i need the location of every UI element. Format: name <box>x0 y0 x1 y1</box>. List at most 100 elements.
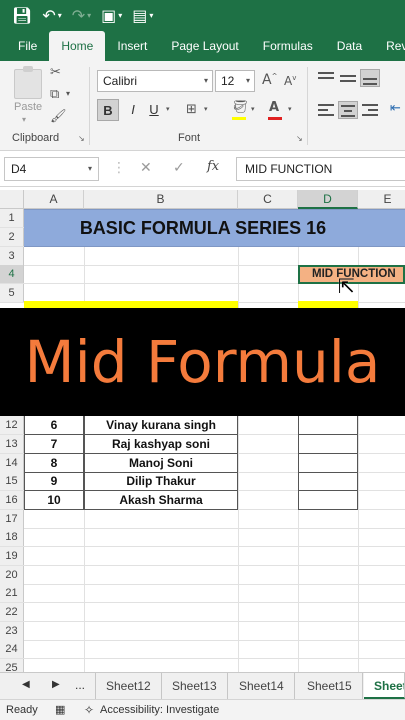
shrink-font-icon[interactable]: Av <box>284 74 296 88</box>
sheet-tab-sheet13[interactable]: Sheet13 <box>162 673 228 699</box>
data-cell-number[interactable]: 8 <box>24 454 84 473</box>
row-header[interactable]: 15 <box>0 472 24 490</box>
row-header[interactable]: 2 <box>0 228 24 246</box>
row-header[interactable]: 22 <box>0 603 24 621</box>
row-header[interactable]: 16 <box>0 491 24 509</box>
sheet-tab-sheet14[interactable]: Sheet14 <box>229 673 295 699</box>
copy-icon[interactable]: ⧉ <box>50 87 59 102</box>
accessibility-icon[interactable]: ✧ <box>84 700 94 720</box>
tab-insert[interactable]: Insert <box>105 31 159 61</box>
font-color-icon[interactable]: A <box>269 100 279 115</box>
undo-icon[interactable]: ↶ <box>42 7 55 24</box>
sheet-tab-sheet15[interactable]: Sheet15 <box>297 673 363 699</box>
data-cell-result[interactable] <box>298 491 358 510</box>
borders-icon[interactable]: ⊞ <box>186 102 197 117</box>
align-top-icon[interactable] <box>316 69 336 87</box>
data-cell-name[interactable]: Vinay kurana singh <box>84 416 238 435</box>
data-cell-result[interactable] <box>298 472 358 491</box>
data-cell-number[interactable]: 9 <box>24 472 84 491</box>
form-icon[interactable]: ▤ <box>132 7 147 24</box>
row-header[interactable]: 21 <box>0 584 24 602</box>
name-box[interactable]: D4 ▾ <box>4 157 99 181</box>
scroll-left-icon[interactable]: ◀ <box>22 679 30 690</box>
cut-icon[interactable]: ✂ <box>50 65 61 80</box>
cell-mode-icon[interactable]: ▦ <box>55 700 65 720</box>
paint-icon[interactable]: ▣ <box>101 7 116 24</box>
row-header[interactable]: 3 <box>0 247 24 265</box>
font-name-dropdown[interactable]: Calibri ▾ <box>97 70 213 92</box>
enter-icon[interactable]: ✓ <box>173 160 185 176</box>
data-cell-name[interactable]: Dilip Thakur <box>84 472 238 491</box>
fill-color-icon[interactable]: 🪣︎ <box>232 100 249 115</box>
tab-data[interactable]: Data <box>325 31 374 61</box>
clipboard-launcher-icon[interactable]: ↘ <box>78 134 85 143</box>
column-header-d[interactable]: D <box>298 190 358 209</box>
underline-caret-icon[interactable]: ▾ <box>166 105 170 113</box>
font-launcher-icon[interactable]: ↘ <box>296 134 303 143</box>
row-header[interactable]: 14 <box>0 454 24 472</box>
data-cell-number[interactable]: 10 <box>24 491 84 510</box>
font-color-caret-icon[interactable]: ▾ <box>288 105 292 113</box>
bold-button[interactable]: B <box>97 99 119 121</box>
align-left-icon[interactable] <box>316 101 336 119</box>
row-header[interactable]: 5 <box>0 284 24 302</box>
data-cell-result[interactable] <box>298 454 358 473</box>
formula-input[interactable]: MID FUNCTION <box>236 157 405 181</box>
borders-caret-icon[interactable]: ▾ <box>204 105 208 113</box>
paste-caret-icon[interactable]: ▾ <box>22 115 26 124</box>
row-header[interactable]: 20 <box>0 566 24 584</box>
tab-home[interactable]: Home <box>49 31 106 61</box>
row-header[interactable]: 4 <box>0 265 24 283</box>
customize-toolbar-icon[interactable]: ▾ <box>149 11 153 20</box>
scroll-right-icon[interactable]: ▶ <box>52 679 60 690</box>
row-header[interactable]: 17 <box>0 510 24 528</box>
format-painter-icon[interactable]: 🖌︎ <box>50 109 67 124</box>
more-sheets-button[interactable]: ... <box>75 678 85 692</box>
align-bottom-icon[interactable] <box>360 69 380 87</box>
sheet-tab-active[interactable]: Sheet <box>364 673 405 699</box>
fill-color-caret-icon[interactable]: ▾ <box>251 105 255 113</box>
insert-function-icon[interactable]: fx <box>207 159 219 174</box>
tab-review[interactable]: Revi <box>374 31 405 61</box>
sheet-title[interactable]: BASIC FORMULA SERIES 16 <box>24 209 382 247</box>
indent-icon[interactable]: ⇤ <box>390 101 401 116</box>
row-header[interactable]: 24 <box>0 640 24 658</box>
data-cell-name[interactable]: Raj kashyap soni <box>84 435 238 454</box>
sheet-tab-sheet12[interactable]: Sheet12 <box>95 673 162 699</box>
column-header-b[interactable]: B <box>84 190 238 209</box>
font-size-dropdown[interactable]: 12 ▾ <box>215 70 255 92</box>
tab-page-layout[interactable]: Page Layout <box>159 31 250 61</box>
grow-font-icon[interactable]: A^ <box>262 72 277 88</box>
redo-icon[interactable]: ↷ <box>72 7 85 24</box>
row-header[interactable]: 12 <box>0 416 24 434</box>
copy-caret-icon[interactable]: ▾ <box>66 89 70 98</box>
row-header[interactable]: 25 <box>0 659 24 672</box>
select-all-corner[interactable] <box>0 190 24 209</box>
data-cell-result[interactable] <box>298 416 358 435</box>
column-header-c[interactable]: C <box>238 190 298 209</box>
data-cell-number[interactable]: 7 <box>24 435 84 454</box>
italic-button[interactable]: I <box>124 99 142 121</box>
tab-file[interactable]: File <box>6 31 49 61</box>
align-center-icon[interactable] <box>338 101 358 119</box>
data-cell-number[interactable]: 6 <box>24 416 84 435</box>
align-middle-icon[interactable] <box>338 69 358 87</box>
align-right-icon[interactable] <box>360 101 380 119</box>
undo-caret-icon[interactable]: ▾ <box>58 11 62 20</box>
redo-caret-icon[interactable]: ▾ <box>87 11 91 20</box>
accessibility-status[interactable]: Accessibility: Investigate <box>100 700 219 720</box>
cancel-icon[interactable]: ✕ <box>140 160 152 176</box>
row-header[interactable]: 18 <box>0 528 24 546</box>
column-header-a[interactable]: A <box>24 190 84 209</box>
tab-formulas[interactable]: Formulas <box>251 31 325 61</box>
row-header[interactable]: 19 <box>0 547 24 565</box>
data-cell-result[interactable] <box>298 435 358 454</box>
paint-caret-icon[interactable]: ▾ <box>118 11 122 20</box>
data-cell-name[interactable]: Manoj Soni <box>84 454 238 473</box>
paste-button[interactable]: Paste <box>14 101 42 113</box>
row-header[interactable]: 1 <box>0 209 24 227</box>
data-cell-name[interactable]: Akash Sharma <box>84 491 238 510</box>
save-icon[interactable]: 💾︎ <box>12 7 32 24</box>
row-header[interactable]: 23 <box>0 622 24 640</box>
paste-icon[interactable] <box>14 66 42 99</box>
